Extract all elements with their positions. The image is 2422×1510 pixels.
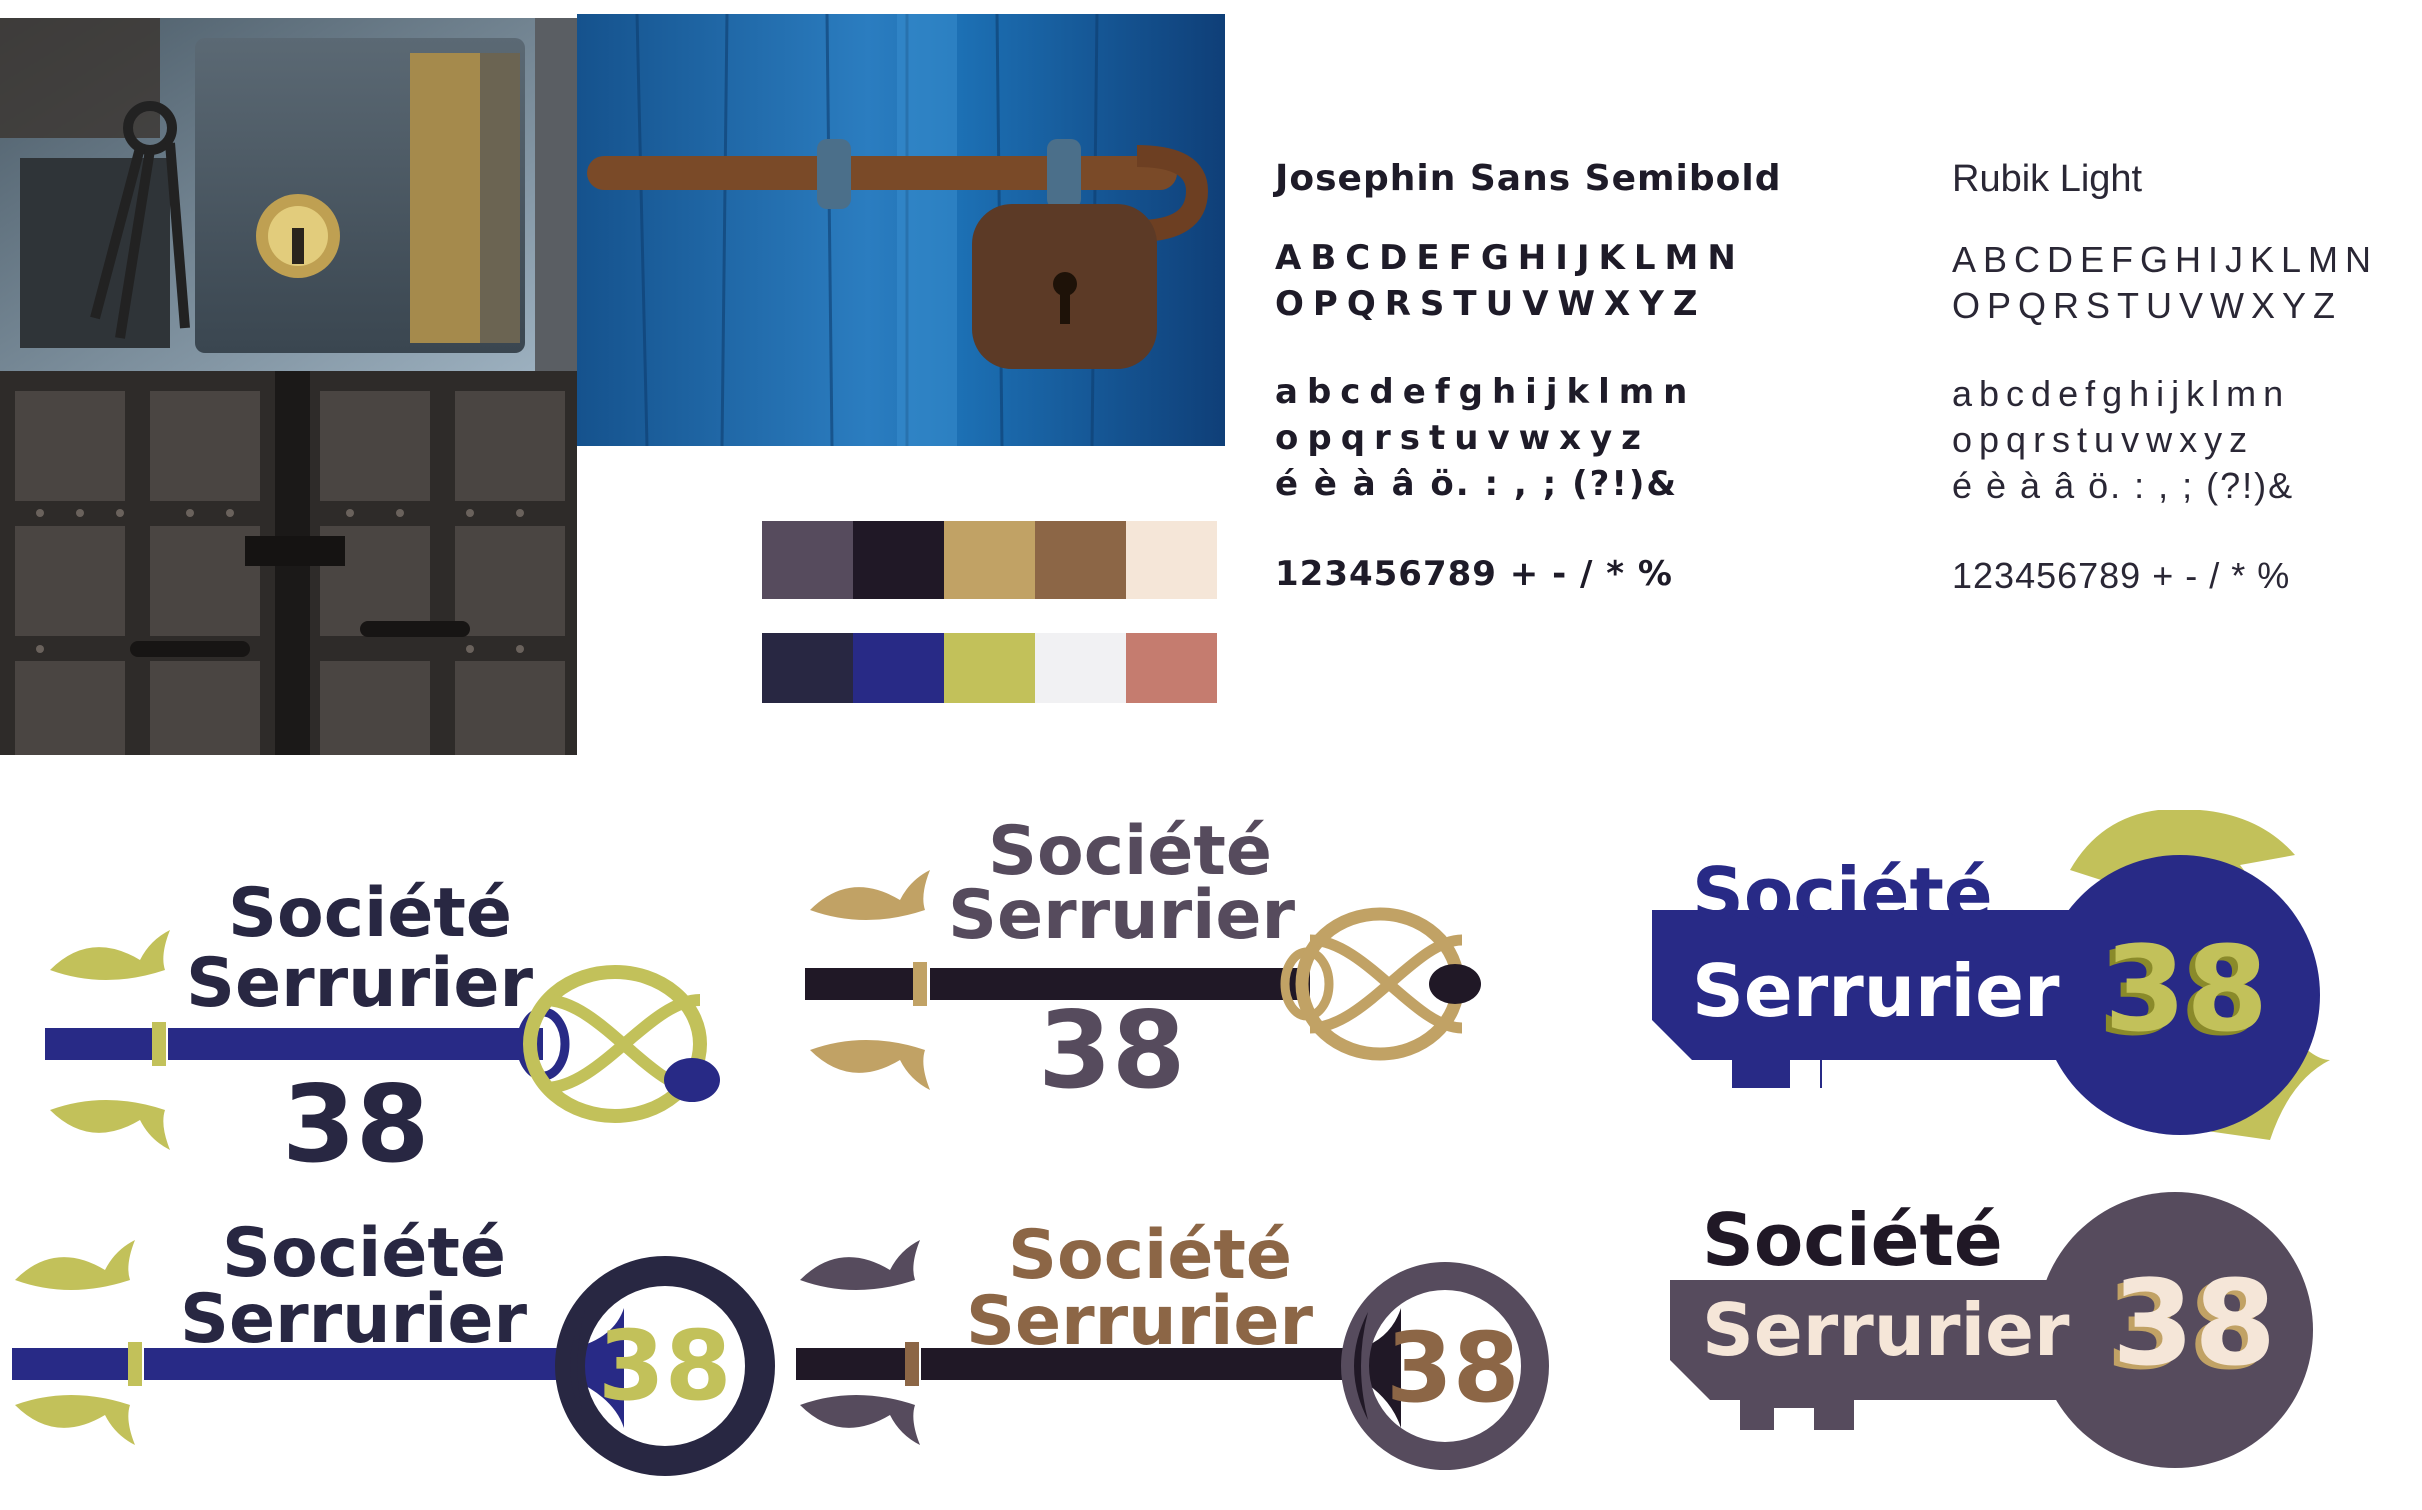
- logo-number: 38: [1038, 989, 1186, 1112]
- uppercase-line: OPQRSTUVWXYZ: [1952, 285, 2343, 326]
- logo-word-serrurier: Serrurier: [1692, 949, 2060, 1033]
- uppercase-line: OPQRSTUVWXYZ: [1275, 284, 1707, 324]
- logo-word-societe: Société: [1702, 1198, 2003, 1282]
- lowercase-line: abcdefghijklmn: [1275, 372, 1697, 412]
- logo-word-serrurier: Serrurier: [966, 1282, 1314, 1361]
- swatch-salmon: [1126, 633, 1217, 703]
- swatch-white: [1035, 633, 1126, 703]
- swatch-dark: [853, 521, 944, 599]
- color-palette-row-1: [762, 521, 1217, 599]
- numbers-line: 123456789 + - / * %: [1275, 554, 1673, 594]
- font-name: Rubik Light: [1952, 158, 2143, 200]
- logo-word-serrurier: Serrurier: [186, 944, 534, 1023]
- swatch-olive: [944, 633, 1035, 703]
- logo-variant-navy-olive: Société Serrurier 38: [0, 860, 740, 1190]
- logo-word-societe: Société: [1008, 1216, 1293, 1295]
- logo-word-serrurier: Serrurier: [180, 1280, 528, 1359]
- photo-door-bolt: [577, 14, 1225, 446]
- logo-variant-navy-ring: Société Serrurier 38: [0, 1200, 780, 1500]
- lowercase-line: abcdefghijklmn: [1952, 373, 2291, 414]
- logo-number: 38: [1386, 1312, 1520, 1424]
- font-specimen-primary: Josephin Sans Semibold ABCDEFGHIJKLMN OP…: [1275, 158, 1782, 597]
- logo-word-serrurier: Serrurier: [1702, 1288, 2070, 1372]
- font-name: Josephin Sans Semibold: [1275, 158, 1782, 199]
- swatch-brown: [1035, 521, 1126, 599]
- lowercase-line: opqrstuvwxyz: [1275, 418, 1650, 458]
- logo-variant-dark-plum-ring: Société Serrurier 38: [790, 1200, 1570, 1500]
- swatch-gold: [944, 521, 1035, 599]
- numbers-line: 123456789 + - / * %: [1952, 555, 2291, 596]
- logo-variant-dark-gold: Société Serrurier 38: [790, 800, 1510, 1120]
- logo-word-societe: Société: [1692, 852, 1993, 936]
- logo-number: 38: [2112, 1254, 2277, 1392]
- photo-iron-door: [0, 371, 577, 755]
- logo-variant-navy-badge: Société Serrurier 38: [1640, 810, 2360, 1140]
- lowercase-line: opqrstuvwxyz: [1952, 419, 2255, 460]
- swatch-plum: [762, 521, 853, 599]
- logo-word-serrurier: Serrurier: [948, 876, 1296, 955]
- swatch-dark-navy: [762, 633, 853, 703]
- logo-number: 38: [598, 1310, 732, 1422]
- logo-word-societe: Société: [222, 1214, 507, 1293]
- font-specimen-secondary: Rubik Light ABCDEFGHIJKLMN OPQRSTUVWXYZ …: [1952, 158, 2378, 599]
- specials-line: é è à â ö. : , ; (?!)&: [1952, 465, 2295, 506]
- color-palette-row-2: [762, 633, 1217, 703]
- swatch-cream: [1126, 521, 1217, 599]
- logo-number: 38: [2104, 920, 2269, 1058]
- logo-variant-plum-badge: Société Serrurier 38: [1640, 1180, 2360, 1500]
- logo-word-societe: Société: [228, 874, 513, 953]
- uppercase-line: ABCDEFGHIJKLMN: [1275, 238, 1745, 278]
- swatch-navy: [853, 633, 944, 703]
- photo-lock-box: [0, 18, 577, 371]
- logo-number: 38: [282, 1063, 430, 1186]
- specials-line: é è à â ö. : , ; (?!)&: [1275, 464, 1679, 504]
- uppercase-line: ABCDEFGHIJKLMN: [1952, 239, 2379, 280]
